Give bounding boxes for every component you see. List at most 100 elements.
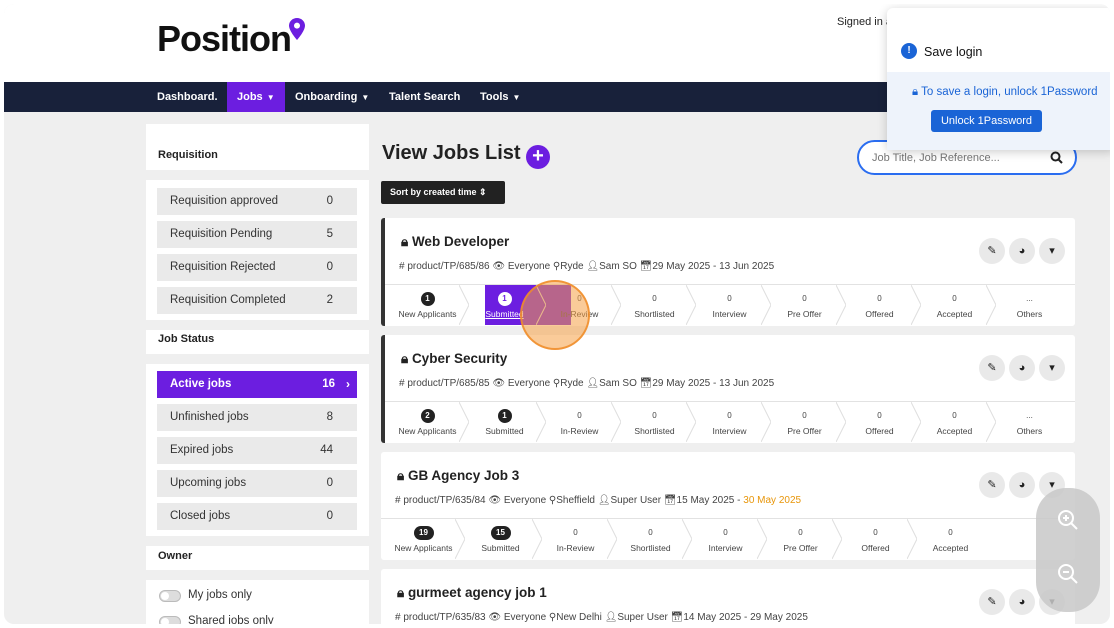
pipeline-stage[interactable]: 0In-Review [542,402,617,442]
sidebar-item-requisition-rejected[interactable]: Requisition Rejected 0 [157,254,357,281]
job-reference: # product/TP/685/86 [399,261,490,272]
search-icon[interactable] [1050,151,1063,164]
pipeline-stage[interactable]: 0 Accepted [917,402,992,442]
job-card[interactable]: 🔒︎ gurmeet agency job 1 # product/TP/635/… [381,569,1075,624]
sidebar-item-unfinished-jobs[interactable]: Unfinished jobs 8 [157,404,357,431]
pipeline-stage[interactable]: 0 Pre Offer [767,402,842,442]
popup-title: Save login [924,45,983,59]
browser-viewport: Position Signed in as samso+su@tribepad.… [4,4,1110,624]
pipeline-stage[interactable]: 0 Interview [688,519,763,559]
lock-icon: 🔒︎ [401,234,412,249]
sidebar: Requisition Requisition approved 0 Requis… [146,124,369,624]
caret-down-icon: ▼ [512,93,521,102]
nav-dashboard[interactable]: Dashboard. [147,82,228,112]
divider [146,170,369,180]
job-card[interactable]: 🔒︎ Cyber Security # product/TP/685/85 👁︎ … [381,335,1075,443]
popup-header: ! Save login [887,8,1110,72]
eye-icon: 👁︎ [492,261,506,272]
job-title[interactable]: 🔒︎ GB Agency Job 3 [397,468,519,484]
job-actions: ✎◕▾ [975,355,1065,381]
zoom-in-icon[interactable] [1056,508,1080,532]
pipeline-stage[interactable]: 0 Shortlisted [617,285,692,325]
sidebar-item-active-jobs[interactable]: Active jobs 16 › [157,371,357,398]
pipeline-stage[interactable]: 0 Interview [692,402,767,442]
user-icon: 👤︎ [597,495,611,506]
sidebar-item-closed-jobs[interactable]: Closed jobs 0 [157,503,357,530]
pipeline-stage[interactable]: 0 Offered [838,519,913,559]
zoom-controls [1036,488,1100,612]
pipeline-stage[interactable]: 19 New Applicants [386,519,461,559]
owner-heading: Owner [158,550,193,562]
shared-jobs-toggle[interactable] [159,616,181,624]
pie-chart-icon[interactable]: ◕ [1009,238,1035,264]
lock-icon: 🔒︎ [397,585,408,600]
sidebar-item-upcoming-jobs[interactable]: Upcoming jobs 0 [157,470,357,497]
pipeline-stage[interactable]: 0 Shortlisted [613,519,688,559]
requisition-heading: Requisition [158,149,218,161]
pie-chart-icon[interactable]: ◕ [1009,589,1035,615]
chevron-down-icon[interactable]: ▾ [1039,238,1065,264]
pipeline-stage[interactable]: 0 Accepted [917,285,992,325]
nav-tools[interactable]: Tools ▼ [470,82,530,112]
sidebar-item-requisition-approved[interactable]: Requisition approved 0 [157,188,357,215]
job-title[interactable]: 🔒︎ gurmeet agency job 1 [397,585,547,601]
eye-icon: 👁︎ [492,378,506,389]
pipeline-stage[interactable]: 0 Offered [842,285,917,325]
zoom-out-icon[interactable] [1056,562,1080,586]
pipeline-stage[interactable]: 0 Offered [842,402,917,442]
my-jobs-toggle[interactable] [159,590,181,602]
caret-down-icon: ▼ [361,93,370,102]
logo[interactable]: Position [157,18,305,60]
pipeline-stage[interactable]: 1 Submitted [467,402,542,442]
pipeline-stage[interactable]: 0 Pre Offer [767,285,842,325]
pipeline-stage[interactable]: 2 New Applicants [390,402,465,442]
nav-talent-search[interactable]: Talent Search [379,82,470,112]
sort-button[interactable]: Sort by created time ⇕ [381,181,505,204]
pipeline-stage[interactable]: ... Others [992,402,1067,442]
search-placeholder: Job Title, Job Reference... [872,152,1000,164]
job-card[interactable]: 🔒︎ GB Agency Job 3 # product/TP/635/84 👁︎… [381,452,1075,560]
popup-message: 🔒︎ To save a login, unlock 1Password [912,86,1098,98]
divider [146,320,369,330]
calendar-icon: 📅︎ [663,495,677,506]
pipeline-stage[interactable]: 15 Submitted [463,519,538,559]
add-job-button[interactable]: + [526,145,550,169]
nav-onboarding[interactable]: Onboarding ▼ [285,82,379,112]
pipeline-stage[interactable]: 0 Interview [692,285,767,325]
user-icon: 👤︎ [586,378,600,389]
user-icon: 👤︎ [604,612,618,623]
nav-jobs[interactable]: Jobs ▼ [227,82,285,112]
password-manager-popup: ! Save login 🔒︎ To save a login, unlock … [887,8,1110,150]
lock-icon: 🔒︎ [397,468,408,483]
pie-chart-icon[interactable]: ◕ [1009,472,1035,498]
lock-icon: 🔒︎ [401,351,412,366]
sidebar-item-requisition-completed[interactable]: Requisition Completed 2 [157,287,357,314]
edit-icon[interactable]: ✎ [979,472,1005,498]
pipeline-stage[interactable]: 0In-Review [538,519,613,559]
job-card[interactable]: 🔒︎ Web Developer # product/TP/685/86 👁︎ E… [381,218,1075,326]
pie-chart-icon[interactable]: ◕ [1009,355,1035,381]
unlock-button[interactable]: Unlock 1Password [931,110,1042,132]
pipeline-stage[interactable]: 0 Shortlisted [617,402,692,442]
pipeline: 1New Applicants1Submitted0In-Review0Shor… [385,284,1075,325]
pipeline-stage[interactable]: 1 New Applicants [390,285,465,325]
pipeline-stage[interactable]: ... Others [992,285,1067,325]
pipeline-stage[interactable]: 0 Accepted [913,519,988,559]
edit-icon[interactable]: ✎ [979,589,1005,615]
sidebar-item-expired-jobs[interactable]: Expired jobs 44 [157,437,357,464]
eye-icon: 👁︎ [488,612,502,623]
job-title[interactable]: 🔒︎ Web Developer [401,234,509,250]
job-title[interactable]: 🔒︎ Cyber Security [401,351,507,367]
sidebar-item-requisition-pending[interactable]: Requisition Pending 5 [157,221,357,248]
edit-icon[interactable]: ✎ [979,355,1005,381]
pipeline-stage[interactable]: 0 Pre Offer [763,519,838,559]
info-icon: ! [901,43,917,59]
calendar-icon: 📅︎ [639,261,653,272]
popup-body: 🔒︎ To save a login, unlock 1Password Unl… [887,72,1110,150]
job-meta: # product/TP/685/86 👁︎ Everyone ⚲Ryde 👤︎… [399,261,775,272]
edit-icon[interactable]: ✎ [979,238,1005,264]
job-meta: # product/TP/635/84 👁︎ Everyone ⚲Sheffie… [395,495,802,506]
eye-icon: 👁︎ [488,495,502,506]
divider [146,536,369,546]
chevron-down-icon[interactable]: ▾ [1039,355,1065,381]
